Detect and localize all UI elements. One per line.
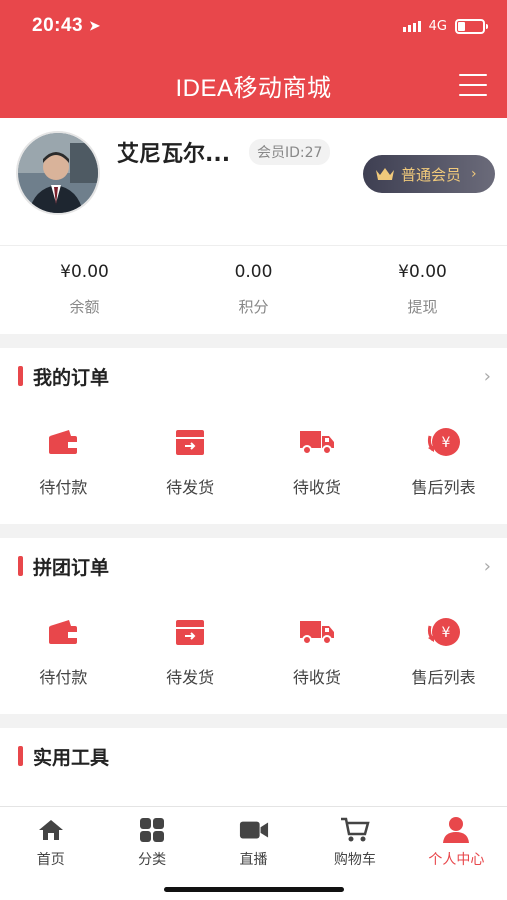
chevron-right-icon[interactable]: › [484, 556, 491, 577]
points-item[interactable]: 0.00 积分 [169, 246, 338, 334]
group-order-pending-receipt[interactable]: 待收货 [254, 594, 381, 714]
member-id-badge: 会员ID:27 [249, 139, 331, 165]
home-icon [36, 815, 66, 845]
page-title: IDEA移动商城 [175, 74, 332, 102]
truck-icon [299, 424, 335, 460]
location-arrow-icon: ➤ [89, 18, 101, 33]
video-icon [239, 815, 269, 845]
order-after-sales[interactable]: ¥ 售后列表 [380, 404, 507, 524]
section-title: 实用工具 [33, 746, 110, 769]
my-orders-header[interactable]: 我的订单 › [0, 348, 507, 404]
tab-label: 个人中心 [428, 852, 485, 868]
cart-icon [340, 815, 370, 845]
chevron-right-icon: › [471, 166, 477, 182]
balance-item[interactable]: ¥0.00 余额 [0, 246, 169, 334]
tab-label: 首页 [36, 852, 65, 868]
chevron-right-icon[interactable]: › [484, 366, 491, 387]
grid-label: 待付款 [39, 478, 88, 497]
balance-value: ¥0.00 [60, 262, 109, 282]
svg-text:¥: ¥ [441, 435, 450, 451]
network-label: 4G [428, 18, 447, 34]
section-title: 我的订单 [33, 366, 110, 389]
section-accent-bar [18, 366, 23, 386]
avatar[interactable] [16, 131, 100, 215]
tab-home[interactable]: 首页 [0, 807, 101, 900]
app-header: 20:43 ➤ 4G IDEA移动商城 [0, 0, 507, 118]
wallet-icon [45, 614, 81, 650]
grid-label: 待收货 [292, 478, 341, 497]
user-icon [441, 815, 471, 845]
order-pending-payment[interactable]: 待付款 [0, 404, 127, 524]
box-icon [172, 614, 208, 650]
withdraw-item[interactable]: ¥0.00 提现 [338, 246, 507, 334]
member-level-button[interactable]: 普通会员 › [363, 155, 495, 193]
truck-icon [299, 614, 335, 650]
points-value: 0.00 [234, 262, 273, 282]
tools-header: 实用工具 [0, 728, 507, 784]
my-orders-section: 我的订单 › 待付款 待发货 待收货 ¥ 售后列表 [0, 348, 507, 524]
group-order-pending-payment[interactable]: 待付款 [0, 594, 127, 714]
status-bar: 20:43 ➤ 4G [0, 0, 507, 52]
grid-label: 待收货 [292, 668, 341, 687]
battery-fill [458, 21, 466, 31]
status-time: 20:43 ➤ [32, 15, 101, 37]
crown-icon [376, 168, 394, 180]
group-orders-section: 拼团订单 › 待付款 待发货 待收货 ¥ 售后列表 [0, 538, 507, 714]
signal-icon [402, 20, 421, 32]
tab-label: 分类 [138, 852, 167, 868]
grid-icon [137, 815, 167, 845]
title-bar: IDEA移动商城 [0, 52, 507, 118]
section-title: 拼团订单 [33, 556, 110, 579]
group-order-status-grid: 待付款 待发货 待收货 ¥ 售后列表 [0, 594, 507, 714]
withdraw-value: ¥0.00 [398, 262, 447, 282]
order-pending-shipment[interactable]: 待发货 [127, 404, 254, 524]
group-orders-header[interactable]: 拼团订单 › [0, 538, 507, 594]
tab-label: 购物车 [333, 852, 376, 868]
section-accent-bar [18, 556, 23, 576]
bottom-tab-bar: 首页 分类 直播 购物车 个人中心 [0, 806, 507, 900]
time-text: 20:43 [32, 15, 84, 36]
grid-label: 待付款 [39, 668, 88, 687]
wallet-icon [45, 424, 81, 460]
battery-icon [455, 18, 488, 34]
svg-text:¥: ¥ [441, 625, 450, 641]
box-icon [172, 424, 208, 460]
refund-icon: ¥ [426, 424, 462, 460]
tab-profile[interactable]: 个人中心 [406, 807, 507, 900]
grid-label: 售后列表 [411, 478, 476, 497]
balance-row: ¥0.00 余额 0.00 积分 ¥0.00 提现 [0, 246, 507, 334]
points-label: 积分 [238, 298, 269, 316]
tab-label: 直播 [239, 852, 268, 868]
grid-label: 售后列表 [411, 668, 476, 687]
order-status-grid: 待付款 待发货 待收货 ¥ 售后列表 [0, 404, 507, 524]
group-order-after-sales[interactable]: ¥ 售后列表 [380, 594, 507, 714]
home-indicator [164, 887, 344, 892]
grid-label: 待发货 [166, 668, 215, 687]
group-order-pending-shipment[interactable]: 待发货 [127, 594, 254, 714]
withdraw-label: 提现 [407, 298, 438, 316]
balance-label: 余额 [69, 298, 100, 316]
status-indicators: 4G [402, 18, 488, 34]
order-pending-receipt[interactable]: 待收货 [254, 404, 381, 524]
profile-card: 艾尼瓦尔... 会员ID:27 普通会员 › [0, 118, 507, 246]
member-level-label: 普通会员 [401, 165, 462, 184]
section-accent-bar [18, 746, 23, 766]
user-name: 艾尼瓦尔... [117, 142, 231, 167]
menu-icon[interactable] [459, 74, 487, 96]
grid-label: 待发货 [166, 478, 215, 497]
refund-icon: ¥ [426, 614, 462, 650]
